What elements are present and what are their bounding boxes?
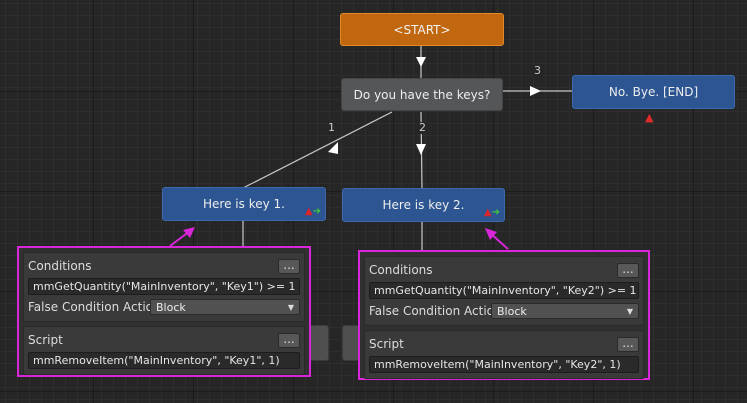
script-more-button[interactable]: ...	[617, 335, 639, 352]
script-label: Script	[369, 337, 404, 351]
conditions-label: Conditions	[369, 263, 433, 277]
false-condition-action-select[interactable]: Block ▼	[150, 299, 300, 315]
ellipsis-icon: ...	[622, 335, 634, 350]
start-node-label: <START>	[393, 22, 451, 37]
arrow-icon	[530, 86, 541, 96]
conditions-section: Conditions ... mmGetQuantity("MainInvent…	[364, 256, 644, 326]
condition-field[interactable]: mmGetQuantity("MainInventory", "Key2") >…	[369, 282, 639, 299]
conditions-section: Conditions ... mmGetQuantity("MainInvent…	[23, 252, 305, 322]
ellipsis-icon: ...	[283, 257, 295, 272]
script-section: Script ... mmRemoveItem("MainInventory",…	[364, 330, 644, 379]
script-section: Script ... mmRemoveItem("MainInventory",…	[23, 326, 305, 375]
conditions-more-button[interactable]: ...	[278, 257, 300, 274]
false-condition-action-select[interactable]: Block ▼	[491, 303, 639, 319]
edge-label-1: 1	[326, 121, 337, 134]
response-node-key1[interactable]: Here is key 1. ▲➜	[162, 187, 326, 221]
chevron-down-icon: ▼	[287, 302, 294, 312]
start-node[interactable]: <START>	[340, 13, 504, 46]
edge-question-key1	[242, 111, 393, 189]
hidden-node[interactable]	[309, 325, 329, 361]
green-right-arrow-icon: ➜	[491, 207, 500, 218]
edge-label-3: 3	[532, 64, 543, 77]
false-condition-action-label: False Condition Actio	[28, 300, 150, 314]
script-field[interactable]: mmRemoveItem("MainInventory", "Key1", 1)	[28, 352, 300, 369]
end-node-label: No. Bye. [END]	[608, 85, 699, 99]
red-up-arrow-icon: ▲	[304, 206, 313, 217]
red-triangle-marker-icon: ▲	[645, 111, 654, 124]
arrow-icon	[416, 144, 426, 155]
question-node[interactable]: Do you have the keys?	[341, 78, 503, 111]
script-label: Script	[28, 333, 63, 347]
response-node-key2[interactable]: Here is key 2. ▲➜	[342, 188, 505, 222]
red-up-arrow-icon: ▲	[483, 207, 492, 218]
edge-label-2: 2	[417, 121, 428, 134]
green-right-arrow-icon: ➜	[312, 206, 321, 217]
ellipsis-icon: ...	[622, 261, 634, 276]
question-node-label: Do you have the keys?	[353, 87, 491, 102]
script-more-button[interactable]: ...	[278, 331, 300, 348]
link-arrows: ▲➜	[484, 208, 500, 218]
conditions-label: Conditions	[28, 259, 92, 273]
script-field[interactable]: mmRemoveItem("MainInventory", "Key2", 1)	[369, 356, 639, 373]
response-node-key2-label: Here is key 2.	[382, 198, 465, 212]
ellipsis-icon: ...	[283, 331, 295, 346]
condition-field[interactable]: mmGetQuantity("MainInventory", "Key1") >…	[28, 278, 300, 295]
link-inspector-panel-key1: Conditions ... mmGetQuantity("MainInvent…	[17, 246, 311, 377]
link-arrows: ▲➜	[305, 207, 321, 217]
end-node[interactable]: No. Bye. [END]	[572, 75, 735, 109]
false-condition-action-label: False Condition Actio	[369, 304, 491, 318]
link-inspector-panel-key2: Conditions ... mmGetQuantity("MainInvent…	[358, 250, 650, 380]
arrow-icon	[416, 57, 426, 67]
false-condition-action-value: Block	[156, 300, 186, 314]
false-condition-action-value: Block	[497, 304, 527, 318]
response-node-key1-label: Here is key 1.	[203, 197, 285, 211]
chevron-down-icon: ▼	[626, 306, 633, 316]
conditions-more-button[interactable]: ...	[617, 261, 639, 278]
